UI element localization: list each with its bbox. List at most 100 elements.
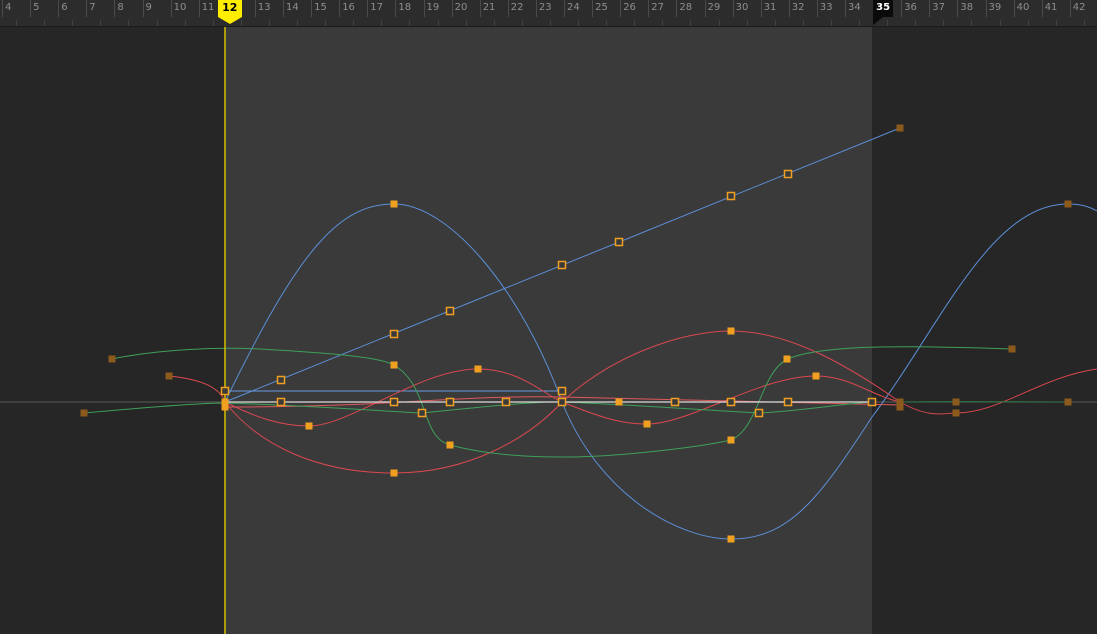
keyframe-handle[interactable] (557, 397, 567, 407)
keyframe-handle[interactable] (726, 191, 736, 201)
ruler-minor-tick (381, 20, 383, 26)
keyframe-handle[interactable] (474, 365, 482, 373)
keyframe-handle[interactable] (783, 397, 793, 407)
keyframe-handle[interactable] (670, 397, 680, 407)
keyframe-handle[interactable] (952, 398, 960, 406)
ruler-minor-tick (662, 20, 664, 26)
ruler-minor-tick (606, 20, 608, 26)
keyframe-handle[interactable] (305, 422, 313, 430)
ruler-frame-label: 13 (257, 2, 271, 13)
keyframe-handle[interactable] (1064, 398, 1072, 406)
ruler-tick-line (1013, 0, 1015, 17)
keyframe-handle[interactable] (783, 169, 793, 179)
keyframe-handle[interactable] (445, 397, 455, 407)
keyframe-handle[interactable] (389, 329, 399, 339)
keyframe-handle[interactable] (1008, 345, 1016, 353)
ruler-tick-line (732, 0, 734, 17)
ruler-frame-label: 30 (735, 2, 749, 13)
ruler-frame-label: 18 (398, 2, 412, 13)
active-range (225, 27, 872, 634)
ruler-frame-label: 23 (538, 2, 552, 13)
ruler-tick-line (339, 0, 341, 17)
ruler-minor-tick (802, 20, 804, 26)
keyframe-handle[interactable] (557, 386, 567, 396)
keyframe-handle[interactable] (727, 436, 735, 444)
keyframe-handle[interactable] (390, 469, 398, 477)
ruler-frame-label: 33 (819, 2, 833, 13)
ruler-tick-line (311, 0, 313, 17)
ruler-frame-label: 11 (201, 2, 215, 13)
ruler-tick-line (254, 0, 256, 17)
ruler-minor-tick (887, 20, 889, 26)
frame-ruler[interactable]: 4 5 6 7 8 9 10 1112 13 14 15 16 17 18 19 20 21 22 23 24 25 26… (0, 0, 1097, 27)
keyframe-handle[interactable] (896, 403, 904, 411)
range-end-marker[interactable]: 35 (873, 0, 894, 17)
keyframe-handle[interactable] (390, 361, 398, 369)
ruler-minor-tick (859, 20, 861, 26)
graph-editor: 4 5 6 7 8 9 10 1112 13 14 15 16 17 18 19 20 21 22 23 24 25 26… (0, 0, 1097, 634)
ruler-tick-line (170, 0, 172, 17)
ruler-minor-tick (915, 20, 917, 26)
ruler-minor-tick (128, 20, 130, 26)
ruler-frame-label: 10 (173, 2, 187, 13)
ruler-minor-tick (16, 20, 18, 26)
ruler-frame-label: 32 (791, 2, 805, 13)
keyframe-handle[interactable] (557, 260, 567, 270)
ruler-tick-line (564, 0, 565, 17)
ruler-minor-tick (493, 20, 495, 26)
ruler-frame-label: 20 (454, 2, 468, 13)
keyframe-handle[interactable] (389, 397, 399, 407)
keyframe-handle[interactable] (445, 306, 455, 316)
ruler-minor-tick (830, 20, 832, 26)
keyframe-handle[interactable] (80, 409, 88, 417)
keyframe-handle[interactable] (643, 420, 651, 428)
current-frame-marker[interactable]: 12 (217, 0, 242, 17)
curve-graph-area[interactable] (0, 0, 1097, 634)
keyframe-handle[interactable] (615, 398, 623, 406)
ruler-tick-line (620, 0, 622, 17)
ruler-frame-label: 14 (286, 2, 299, 13)
keyframe-handle[interactable] (446, 441, 454, 449)
ruler-frame-label: 39 (988, 2, 1002, 13)
keyframe-handle[interactable] (276, 375, 286, 385)
ruler-tick-line (30, 0, 32, 17)
ruler-minor-tick (1027, 20, 1029, 26)
ruler-minor-tick (549, 20, 551, 26)
keyframe-handle[interactable] (952, 409, 960, 417)
ruler-tick-line (283, 0, 284, 17)
keyframe-handle[interactable] (754, 408, 764, 418)
ruler-frame-label: 15 (314, 2, 327, 13)
ruler-frame-label: 22 (510, 2, 524, 13)
keyframe-handle[interactable] (390, 200, 398, 208)
keyframe-handle[interactable] (276, 397, 286, 407)
keyframe-handle[interactable] (614, 237, 624, 247)
ruler-minor-tick (212, 20, 214, 26)
keyframe-handle[interactable] (727, 535, 735, 543)
keyframe-handle[interactable] (221, 403, 229, 411)
ruler-frame-label: 24 (567, 2, 580, 13)
ruler-frame-label: 8 (117, 2, 124, 13)
ruler-minor-tick (578, 20, 580, 26)
curve-graph-svg[interactable] (0, 0, 1097, 634)
keyframe-handle[interactable] (165, 372, 173, 380)
ruler-frame-label: 19 (426, 2, 440, 13)
ruler-tick-line (985, 0, 987, 17)
keyframe-handle[interactable] (726, 397, 736, 407)
keyframe-handle[interactable] (1064, 200, 1072, 208)
range-end-pointer (873, 17, 884, 25)
keyframe-handle[interactable] (108, 355, 116, 363)
keyframe-handle[interactable] (417, 408, 427, 418)
ruler-frame-label: 5 (33, 2, 40, 13)
keyframe-handle[interactable] (727, 327, 735, 335)
keyframe-handle[interactable] (501, 397, 511, 407)
keyframe-handle[interactable] (220, 386, 230, 396)
ruler-minor-tick (634, 20, 636, 26)
ruler-tick-line (901, 0, 903, 17)
keyframe-handle[interactable] (783, 355, 791, 363)
keyframe-handle[interactable] (812, 372, 820, 380)
keyframe-handle[interactable] (896, 124, 904, 132)
ruler-tick-line (676, 0, 678, 17)
keyframe-handle[interactable] (867, 397, 877, 407)
ruler-minor-tick (100, 20, 102, 26)
inactive-range-left (0, 27, 225, 634)
